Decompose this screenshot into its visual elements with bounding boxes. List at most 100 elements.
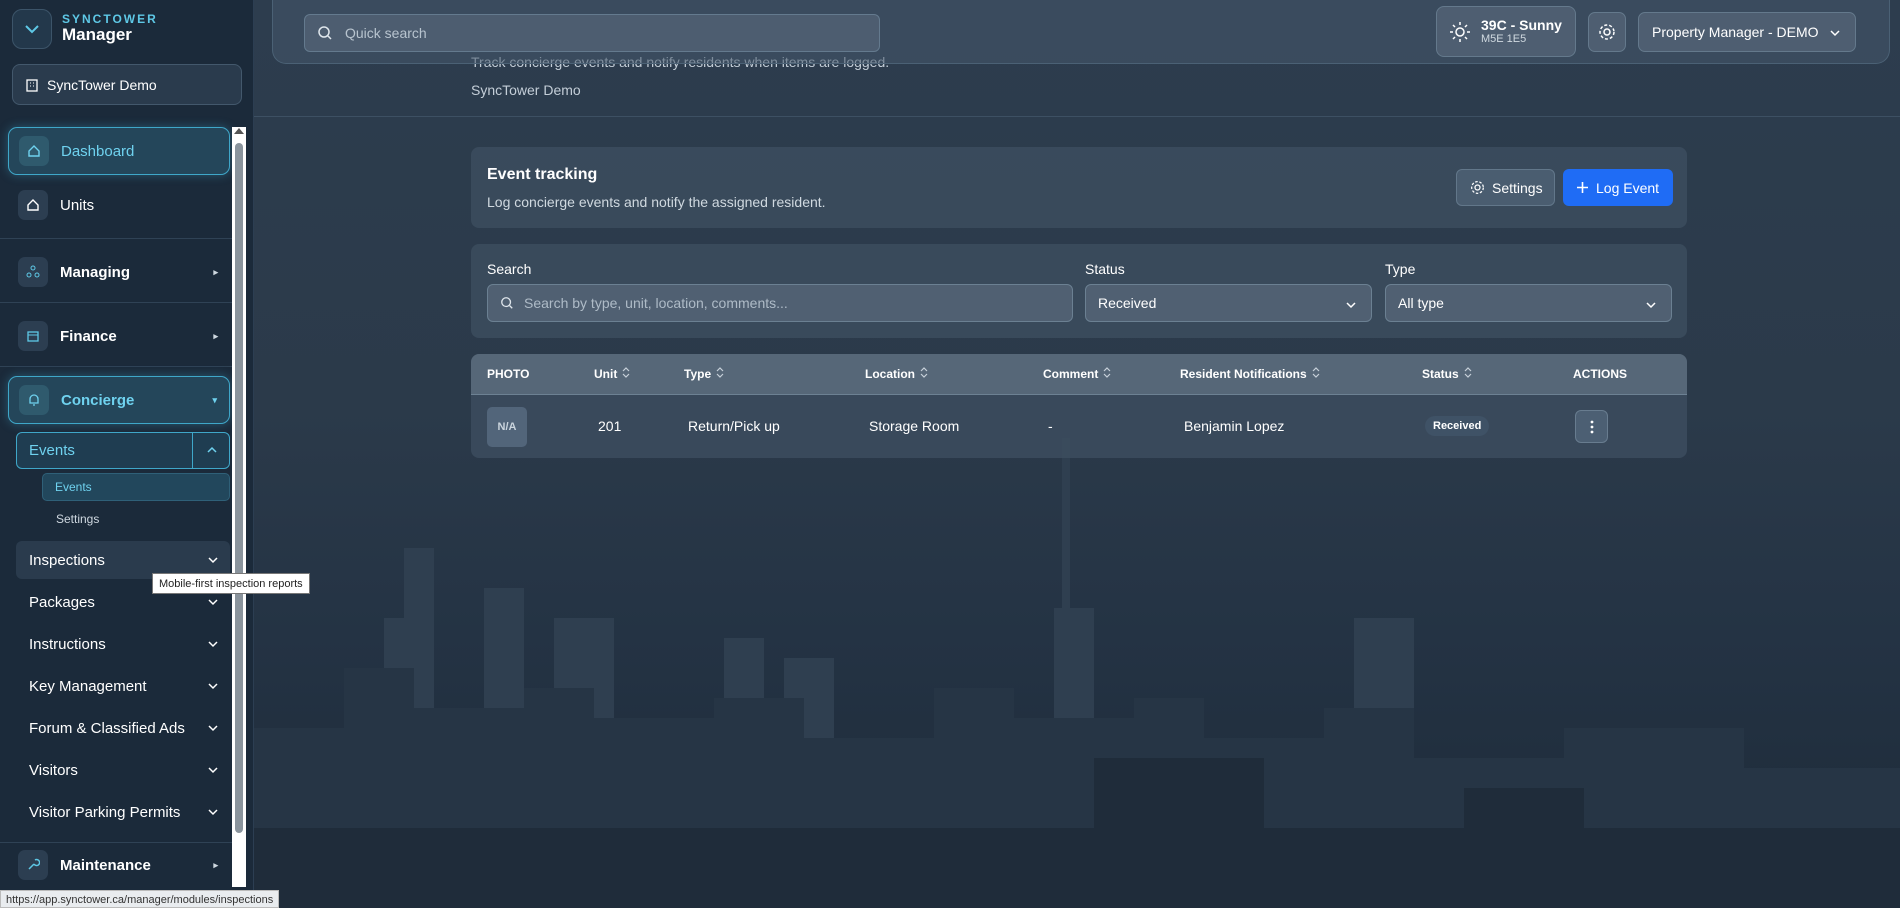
page-organization: SyncTower Demo	[471, 82, 581, 98]
sidebar: SYNCTOWER Manager SyncTower Demo Dashboa…	[0, 0, 254, 908]
group-separator	[192, 433, 193, 468]
type-label: Type	[1385, 261, 1416, 277]
sidebar-group-events[interactable]: Events	[16, 432, 230, 469]
caret-right-icon: ▸	[213, 266, 218, 277]
bell-icon	[19, 385, 49, 415]
user-menu-button[interactable]: Property Manager - DEMO	[1638, 12, 1856, 52]
network-icon	[18, 257, 48, 287]
wrench-icon	[18, 850, 48, 880]
photo-placeholder: N/A	[487, 407, 527, 447]
sort-icon	[622, 367, 630, 381]
search-label: Search	[487, 261, 532, 277]
status-badge: Received	[1425, 416, 1490, 436]
weather-widget[interactable]: 39C - Sunny M5E 1E5	[1436, 6, 1576, 57]
sidebar-group-label: Packages	[29, 593, 95, 611]
column-header-actions: ACTIONS	[1573, 367, 1627, 381]
cell-type: Return/Pick up	[688, 418, 780, 434]
settings-button[interactable]: Settings	[1456, 169, 1555, 206]
status-select[interactable]: Received	[1085, 284, 1372, 322]
card-description: Log concierge events and notify the assi…	[487, 194, 826, 210]
chevron-down-icon	[208, 599, 218, 606]
sidebar-group-label: Instructions	[29, 635, 106, 653]
type-select[interactable]: All type	[1385, 284, 1672, 322]
search-icon	[501, 297, 513, 309]
cell-comment: -	[1048, 418, 1053, 434]
event-search-placeholder: Search by type, unit, location, comments…	[524, 295, 788, 311]
chevron-down-icon	[1346, 302, 1356, 309]
column-header-photo: PHOTO	[487, 367, 530, 381]
row-actions-button[interactable]	[1575, 410, 1608, 443]
column-header-status[interactable]: Status	[1422, 367, 1472, 381]
caret-right-icon: ▸	[213, 330, 218, 341]
caret-down-icon: ▾	[212, 394, 217, 405]
sidebar-group-forum[interactable]: Forum & Classified Ads	[16, 709, 230, 747]
sidebar-item-finance[interactable]: Finance ▸	[8, 312, 230, 360]
quick-search-input[interactable]: Quick search	[304, 14, 880, 52]
sidebar-link-settings[interactable]: Settings	[56, 512, 99, 526]
sidebar-group-instructions[interactable]: Instructions	[16, 625, 230, 663]
sidebar-group-label: Visitor Parking Permits	[29, 803, 181, 821]
home-icon	[19, 136, 49, 166]
card-title: Event tracking	[487, 166, 598, 183]
status-label: Status	[1085, 261, 1125, 277]
sidebar-divider	[0, 366, 232, 367]
sidebar-group-label: Key Management	[29, 677, 147, 695]
search-icon	[318, 26, 332, 40]
column-header-unit[interactable]: Unit	[594, 367, 630, 381]
sidebar-group-visitor-parking[interactable]: Visitor Parking Permits	[16, 793, 230, 831]
sort-icon	[1312, 367, 1320, 381]
column-header-location[interactable]: Location	[865, 367, 928, 381]
sidebar-group-visitors[interactable]: Visitors	[16, 751, 230, 789]
logo-icon	[12, 9, 52, 49]
table-header: PHOTO Unit Type Location Comment Residen…	[471, 354, 1687, 395]
sidebar-item-label: Finance	[60, 327, 117, 345]
sort-icon	[920, 367, 928, 381]
sidebar-item-maintenance[interactable]: Maintenance ▸	[8, 841, 230, 889]
weather-summary: 39C - Sunny	[1481, 16, 1562, 33]
sidebar-divider	[0, 238, 232, 239]
chevron-down-icon	[208, 725, 218, 732]
column-header-type[interactable]: Type	[684, 367, 724, 381]
sidebar-scroll-thumb[interactable]	[235, 143, 243, 833]
sidebar-group-label: Inspections	[29, 551, 105, 569]
sidebar-item-managing[interactable]: Managing ▸	[8, 248, 230, 296]
sidebar-item-concierge[interactable]: Concierge ▾	[8, 376, 230, 424]
cell-location: Storage Room	[869, 418, 960, 434]
settings-button-label: Settings	[1492, 179, 1543, 196]
event-tracking-card: Event tracking Log concierge events and …	[471, 147, 1687, 228]
sidebar-divider	[0, 302, 232, 303]
status-select-value: Received	[1098, 295, 1157, 311]
type-select-value: All type	[1398, 295, 1444, 311]
column-header-resident-notifications[interactable]: Resident Notifications	[1180, 367, 1320, 381]
sidebar-group-label: Forum & Classified Ads	[29, 719, 185, 737]
user-menu-label: Property Manager - DEMO	[1652, 24, 1819, 40]
sidebar-group-label: Visitors	[29, 761, 78, 779]
event-search-input[interactable]: Search by type, unit, location, comments…	[487, 284, 1073, 322]
browser-status-url: https://app.synctower.ca/manager/modules…	[0, 890, 280, 908]
sidebar-group-label: Events	[29, 442, 75, 459]
chevron-down-icon	[208, 809, 218, 816]
scroll-up-arrow-icon[interactable]	[234, 128, 244, 134]
sidebar-item-label: Maintenance	[60, 856, 151, 874]
cell-unit: 201	[598, 418, 622, 434]
sidebar-group-key-management[interactable]: Key Management	[16, 667, 230, 705]
chevron-down-icon	[208, 683, 218, 690]
column-header-comment[interactable]: Comment	[1043, 367, 1111, 381]
sort-icon	[1464, 367, 1472, 381]
filters-card: Search Search by type, unit, location, c…	[471, 244, 1687, 338]
chevron-up-icon[interactable]	[205, 443, 219, 457]
organization-button[interactable]: SyncTower Demo	[12, 64, 242, 105]
search-placeholder: Quick search	[345, 25, 427, 41]
sidebar-item-units[interactable]: Units	[8, 181, 230, 229]
header-divider	[254, 116, 1900, 117]
sidebar-link-events[interactable]: Events	[42, 473, 230, 501]
log-event-button[interactable]: Log Event	[1563, 169, 1673, 206]
settings-gear-button[interactable]	[1588, 12, 1626, 52]
sidebar-item-dashboard[interactable]: Dashboard	[8, 127, 230, 175]
sidebar-item-label: Dashboard	[61, 142, 135, 160]
events-table: PHOTO Unit Type Location Comment Residen…	[471, 354, 1687, 458]
bank-icon	[18, 321, 48, 351]
brand[interactable]: SYNCTOWER Manager	[12, 9, 158, 49]
brand-bottom-text: Manager	[62, 25, 132, 45]
sidebar-item-label: Managing	[60, 263, 130, 281]
